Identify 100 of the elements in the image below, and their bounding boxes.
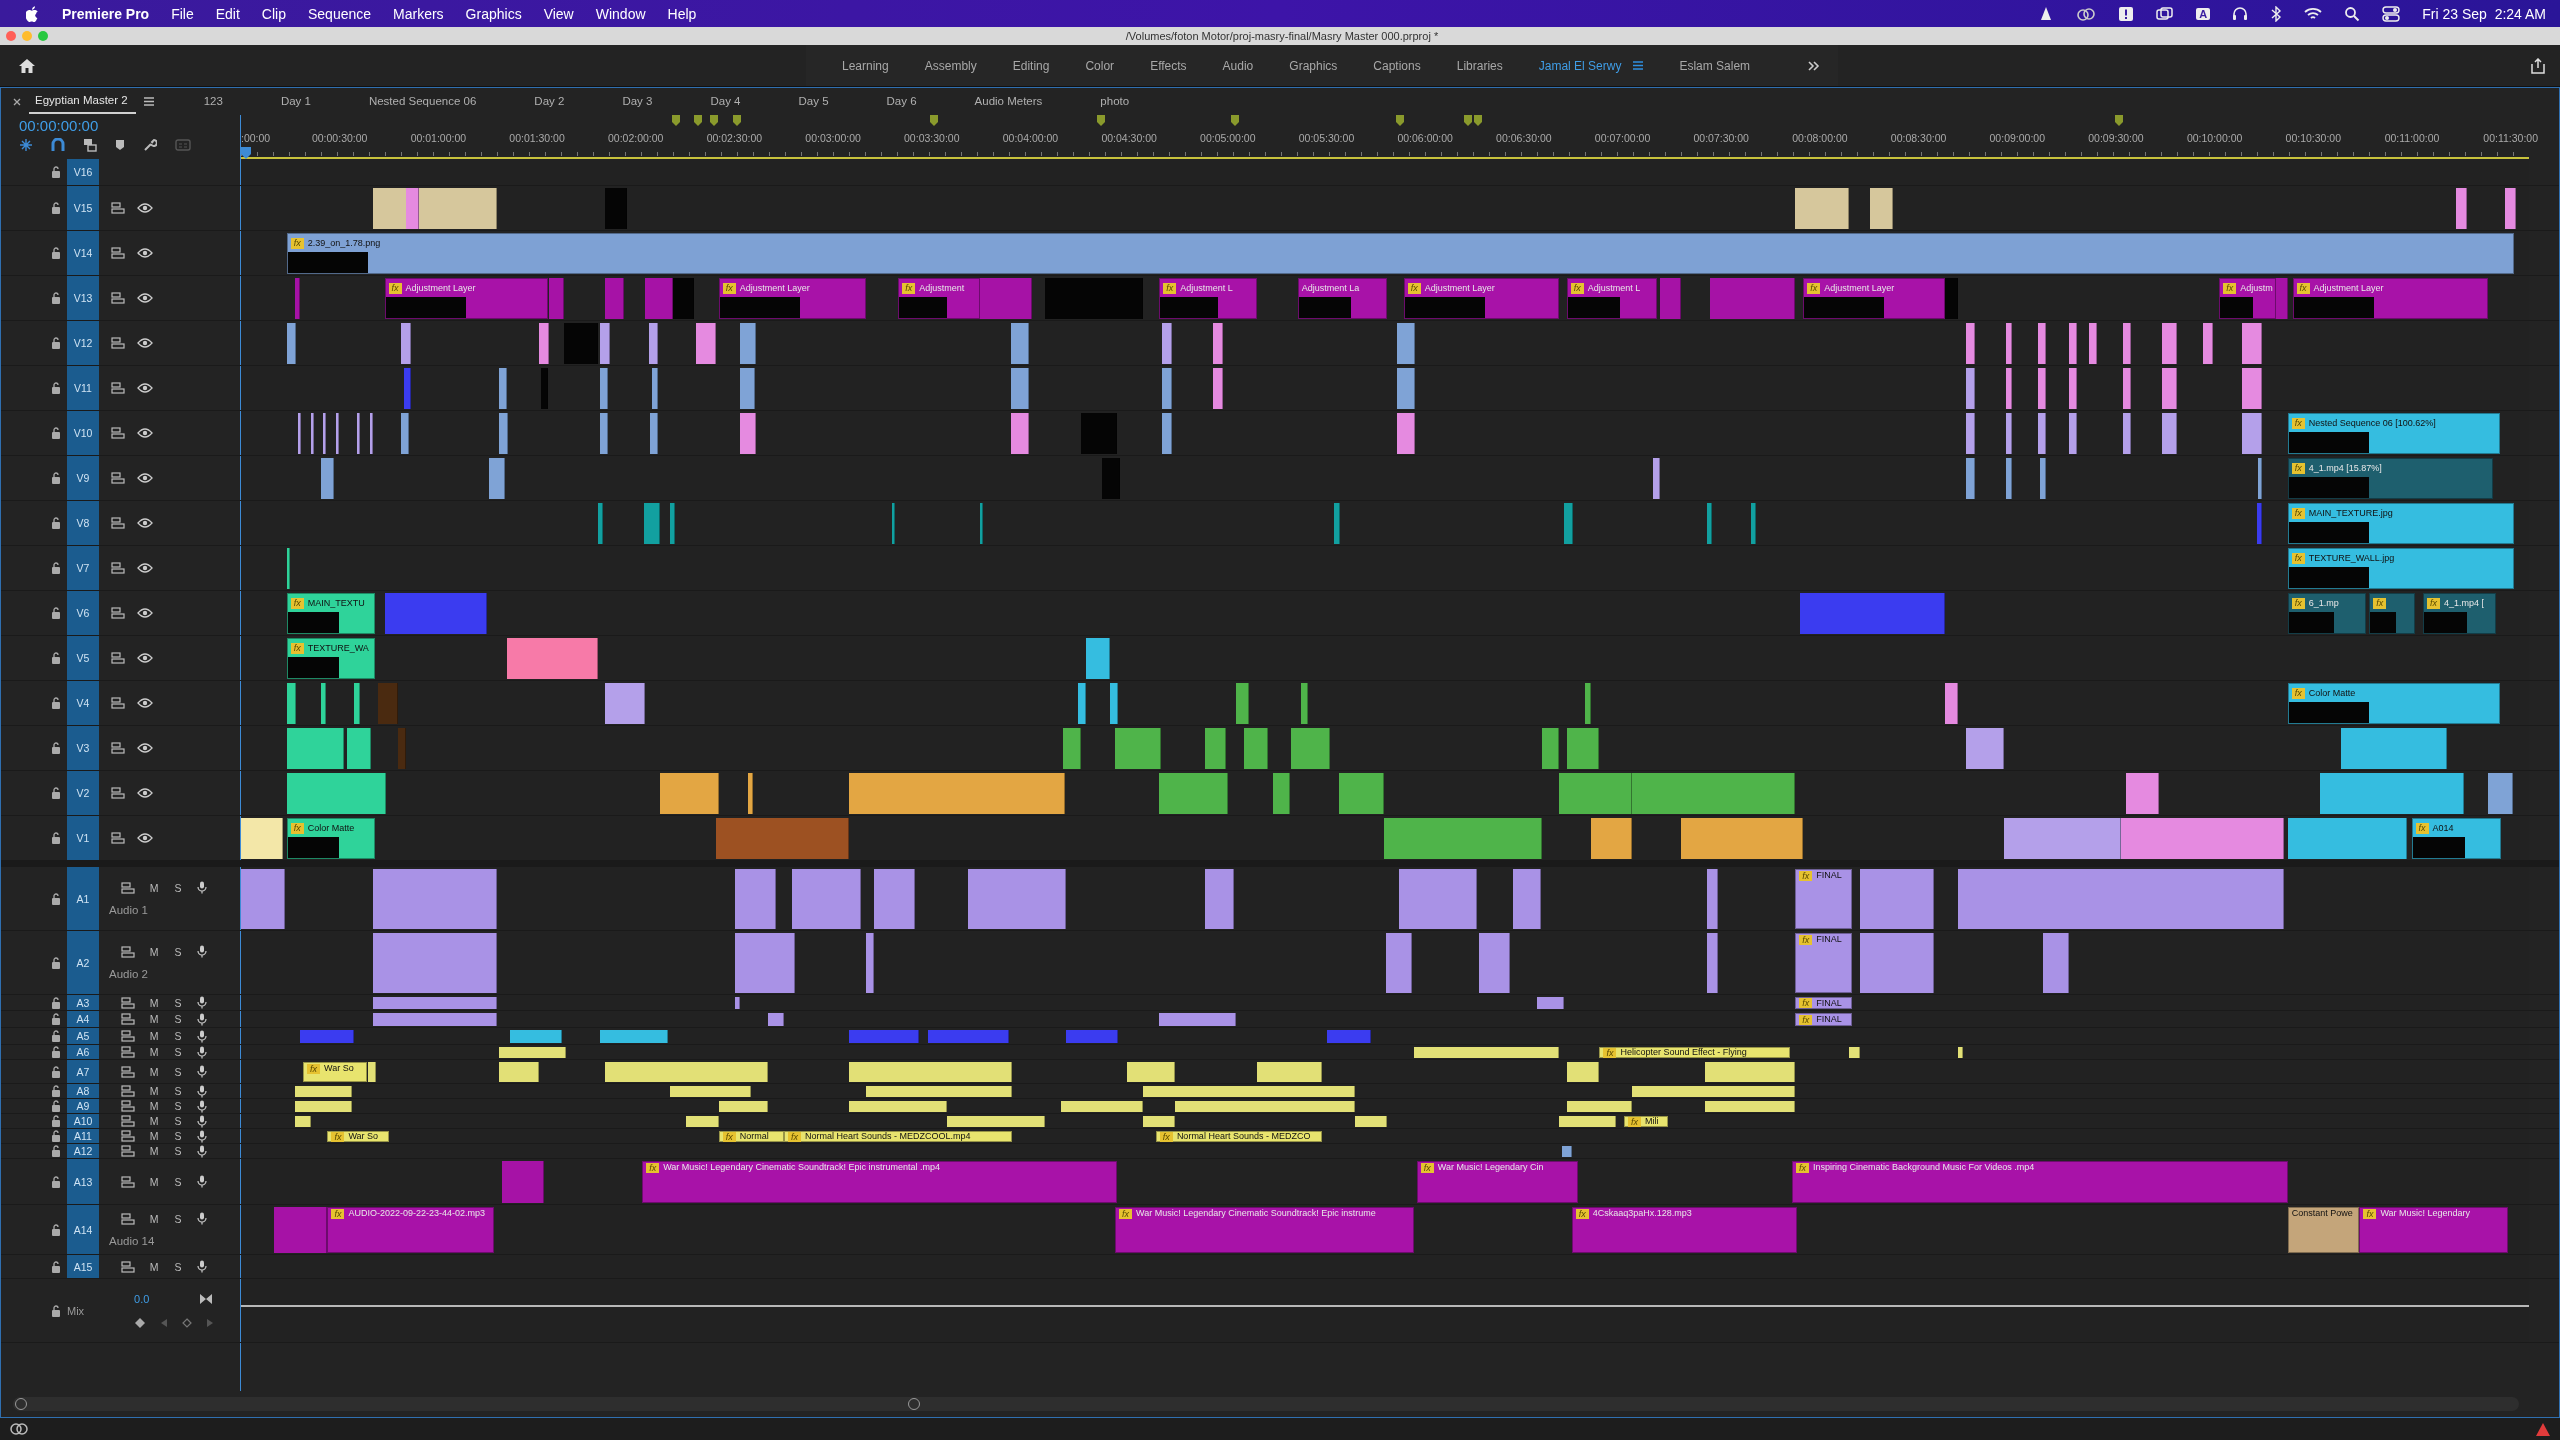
workspace-tab[interactable]: Color [1067, 58, 1133, 73]
fx-badge[interactable]: fx [2291, 507, 2305, 519]
menu-item[interactable]: Sequence [308, 5, 372, 22]
timecode-display[interactable]: 00:00:00:00 [19, 117, 240, 134]
track-label[interactable]: V16 [67, 159, 99, 185]
mute-button[interactable]: M [149, 996, 159, 1009]
timeline-clip[interactable]: fx Inspiring Cinematic Background Music For Videos .mp4 [1791, 1161, 2288, 1203]
timeline-clip[interactable]: fx Color Matte [2287, 683, 2500, 724]
mute-button[interactable]: M [149, 881, 159, 894]
timeline-clip[interactable]: fx Adjustment L [1566, 278, 1657, 319]
fx-badge[interactable]: fx [646, 1162, 660, 1173]
workspace-tab[interactable]: Jamal El Serwy [1520, 58, 1662, 73]
track-label[interactable]: A9 [67, 1099, 99, 1113]
solo-button[interactable]: S [173, 1085, 183, 1097]
timeline-clip[interactable]: fx War Music! Legendary Cin [1416, 1161, 1579, 1203]
sequence-tab[interactable]: Day 2 [528, 90, 587, 113]
timeline-clip[interactable]: fx War So [302, 1062, 367, 1082]
fx-badge[interactable]: fx [1795, 1162, 1809, 1173]
fx-badge[interactable]: fx [331, 1131, 345, 1142]
track-label[interactable]: A1 [67, 867, 99, 930]
solo-button[interactable]: S [173, 881, 183, 894]
workspace-tab[interactable]: Editing [994, 58, 1068, 73]
fx-badge[interactable]: fx [1799, 1014, 1813, 1025]
timeline-clip[interactable]: fx Normal Heart Sounds - MEDZCO [1155, 1131, 1323, 1142]
track-label[interactable]: V9 [67, 456, 99, 500]
track-label[interactable]: V14 [67, 231, 99, 275]
workspace-tab[interactable]: Audio [1204, 58, 1272, 73]
fx-badge[interactable]: fx [388, 282, 402, 294]
fx-badge[interactable]: fx [1799, 934, 1813, 945]
sequence-tab[interactable]: Day 6 [880, 90, 939, 113]
fx-badge[interactable]: fx [2373, 597, 2387, 609]
mute-button[interactable]: M [149, 1115, 159, 1127]
timeline-clip[interactable]: fx War So [327, 1131, 390, 1142]
track-label[interactable]: A7 [67, 1060, 99, 1083]
solo-button[interactable]: S [173, 1046, 183, 1058]
menu-item[interactable]: Help [667, 5, 697, 22]
timeline-clip[interactable]: fx Adjustm [2219, 278, 2277, 319]
fx-badge[interactable]: fx [290, 642, 304, 654]
fx-badge[interactable]: fx [722, 1131, 736, 1142]
timeline-clip[interactable]: fx Color Matte [286, 818, 375, 859]
timeline-clip[interactable]: fx Adjustment Layer [718, 278, 866, 319]
track-label[interactable]: V11 [67, 366, 99, 410]
track-label[interactable]: A2 [67, 931, 99, 994]
timeline-clip[interactable]: fx War Music! Legendary Cinematic Soundtrack! Epic instrumental .mp4 [642, 1161, 1117, 1203]
workspace-tab[interactable]: Learning [824, 58, 907, 73]
input-source-indicator[interactable]: A [2196, 7, 2211, 20]
solo-button[interactable]: S [173, 1100, 183, 1112]
fx-badge[interactable]: fx [2291, 552, 2305, 564]
fx-badge[interactable]: fx [1420, 1162, 1434, 1173]
timeline-clip[interactable]: fx War Music! Legendary Cinematic Soundtrack! Epic instrume [1115, 1207, 1414, 1253]
track-label[interactable]: A12 [67, 1144, 99, 1158]
track-label[interactable]: V10 [67, 411, 99, 455]
timeline-clip[interactable]: fx FINAL [1795, 1013, 1853, 1026]
solo-button[interactable]: S [173, 1013, 183, 1025]
timeline-clip[interactable]: fx FINAL [1795, 997, 1853, 1009]
track-label[interactable]: V15 [67, 186, 99, 230]
solo-button[interactable]: S [173, 1130, 183, 1142]
track-label[interactable]: A10 [67, 1114, 99, 1128]
timeline-clip[interactable]: fx Adjustment Layer [384, 278, 548, 319]
fx-badge[interactable]: fx [306, 1063, 320, 1074]
mute-button[interactable]: M [149, 1130, 159, 1142]
mute-button[interactable]: M [149, 1046, 159, 1058]
track-label[interactable]: A5 [67, 1028, 99, 1044]
sequence-tab[interactable]: Audio Meters [968, 90, 1065, 113]
solo-button[interactable]: S [173, 1030, 183, 1042]
fx-badge[interactable]: fx [1603, 1047, 1617, 1058]
track-label[interactable]: V8 [67, 501, 99, 545]
sequence-tab[interactable]: Day 5 [792, 90, 851, 113]
timeline-clip[interactable]: fx [2369, 593, 2415, 634]
mute-button[interactable]: M [149, 1260, 159, 1273]
timeline-clip[interactable]: fx Adjustment Layer [1803, 278, 1946, 319]
timeline-clip[interactable]: fx Nested Sequence 06 [100.62%] [2287, 413, 2500, 454]
timeline-clip[interactable]: fx A014 [2411, 818, 2502, 859]
timeline-clip[interactable]: fx Mili [1623, 1116, 1668, 1127]
timeline-clip[interactable]: fx TEXTURE_WALL.jpg [2287, 548, 2515, 589]
timeline-clip[interactable]: fx AUDIO-2022-09-22-23-44-02.mp3 [327, 1207, 494, 1253]
mute-button[interactable]: M [149, 1100, 159, 1112]
mute-button[interactable]: M [149, 1212, 159, 1225]
solo-button[interactable]: S [173, 1115, 183, 1127]
workspace-tab[interactable]: Captions [1355, 58, 1439, 73]
fx-badge[interactable]: fx [1575, 1208, 1589, 1219]
track-label[interactable]: A8 [67, 1084, 99, 1098]
fx-badge[interactable]: fx [902, 282, 916, 294]
workspace-tab[interactable]: Assembly [906, 58, 995, 73]
fx-badge[interactable]: fx [2291, 417, 2305, 429]
timeline-clip[interactable]: fx FINAL [1795, 933, 1853, 993]
sequence-tab[interactable]: Day 1 [274, 90, 333, 113]
fx-badge[interactable]: fx [2296, 282, 2310, 294]
solo-button[interactable]: S [173, 945, 183, 958]
timeline-clip[interactable]: Constant Powe [2287, 1207, 2360, 1253]
menu-item[interactable]: Graphics [465, 5, 522, 22]
solo-button[interactable]: S [173, 996, 183, 1009]
track-name[interactable]: Audio 14 [109, 1235, 207, 1247]
mix-volume-value[interactable]: 0.0 [134, 1292, 150, 1305]
fx-badge[interactable]: fx [2291, 597, 2305, 609]
solo-button[interactable]: S [173, 1175, 183, 1188]
track-label[interactable]: V6 [67, 591, 99, 635]
fx-badge[interactable]: fx [290, 822, 304, 834]
sequence-tab[interactable]: Day 3 [616, 90, 675, 113]
mute-button[interactable]: M [149, 1013, 159, 1025]
